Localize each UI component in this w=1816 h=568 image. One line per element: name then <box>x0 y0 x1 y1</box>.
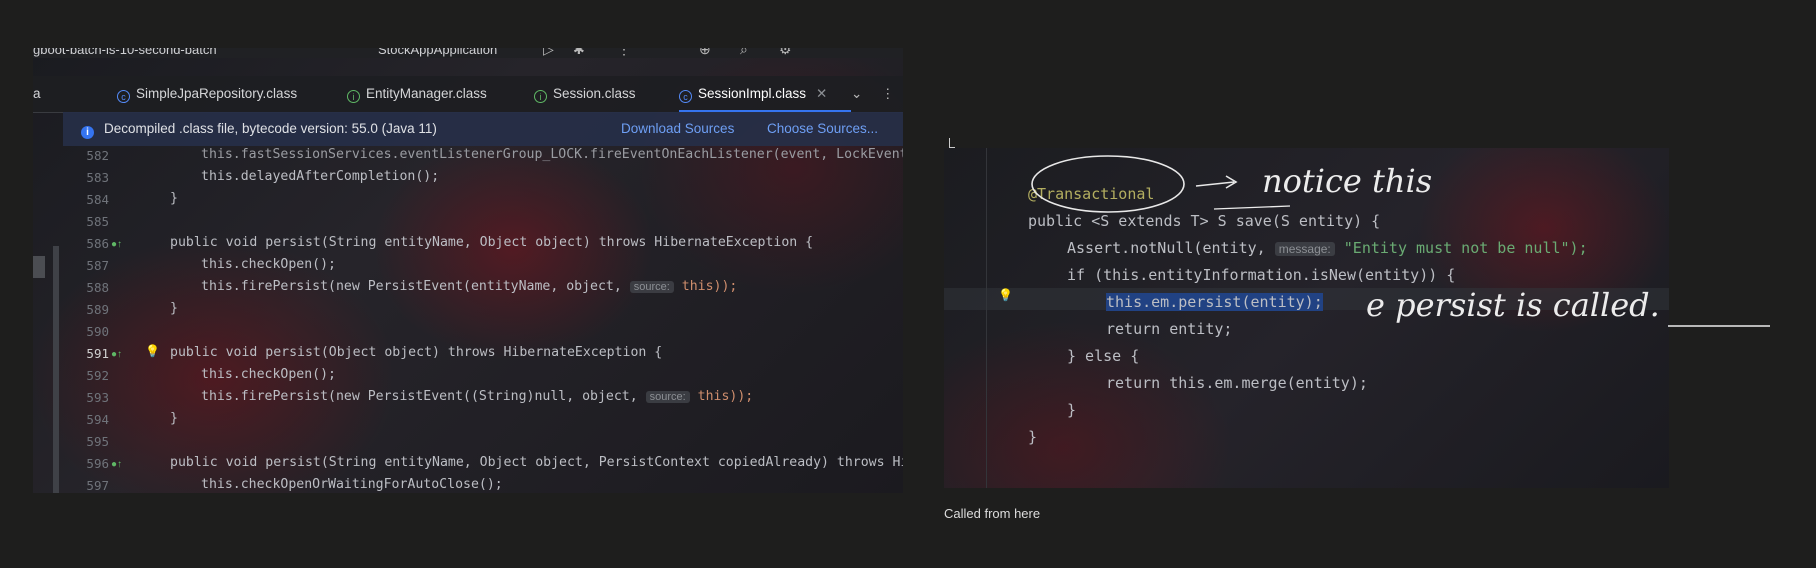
handwritten-annotations: notice this e persist is called. <box>1031 155 1770 327</box>
annotation-underline <box>1213 205 1291 210</box>
note-persist-called: e persist is called. <box>1366 286 1660 324</box>
caption-text: Called from here <box>944 506 1041 521</box>
annotation-arrow <box>1195 175 1238 189</box>
annotation-circle <box>1031 155 1185 213</box>
note-notice-this: notice this <box>1262 162 1432 200</box>
